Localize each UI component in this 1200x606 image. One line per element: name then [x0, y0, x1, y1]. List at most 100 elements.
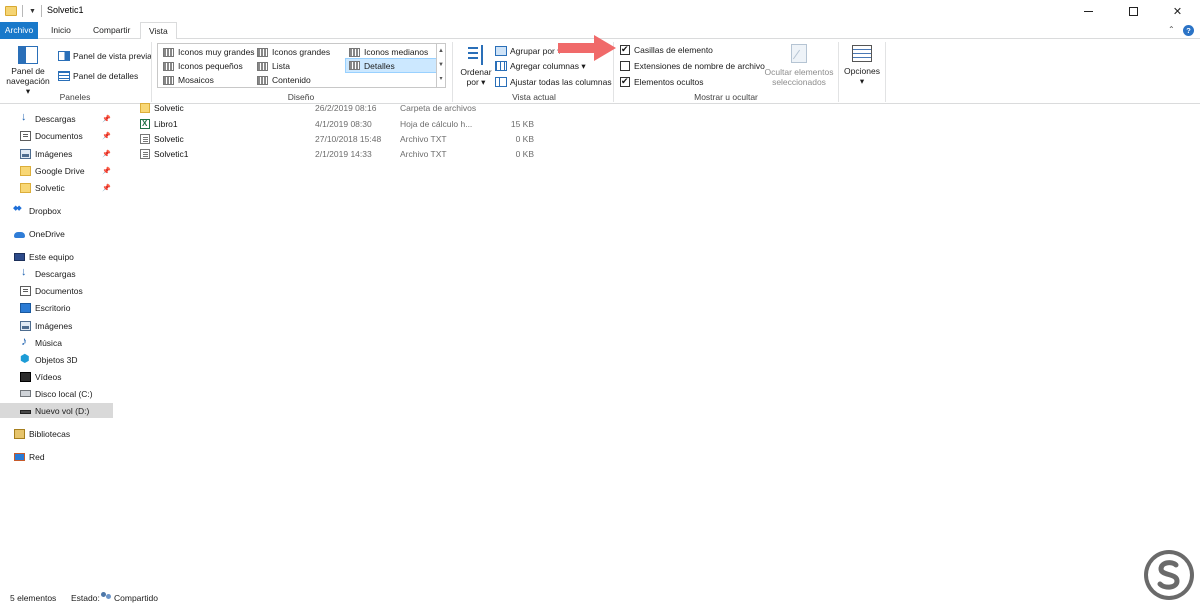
layout-content[interactable]: Contenido	[254, 73, 346, 87]
checkbox-unchecked[interactable]	[620, 61, 630, 71]
details-pane-button[interactable]: Panel de detalles	[58, 69, 138, 83]
chevron-down-icon[interactable]: ▼	[437, 58, 445, 72]
nav-item-music[interactable]: Música	[20, 334, 133, 350]
tab-share[interactable]: Compartir	[85, 22, 138, 39]
hidden-items-toggle[interactable]: Elementos ocultos	[620, 75, 703, 89]
layout-large-icons[interactable]: Iconos grandes	[254, 45, 346, 59]
file-size: 0 KB	[515, 134, 534, 144]
group-by-button[interactable]: Agrupar por ▾	[495, 44, 562, 58]
file-date: 26/2/2019 08:16	[315, 103, 377, 113]
nav-item-desktop[interactable]: Escritorio	[20, 300, 133, 315]
pin-icon[interactable]: 📌	[102, 150, 111, 158]
nav-item-onedrive[interactable]: OneDrive	[14, 226, 127, 241]
nav-item-local-disk-c[interactable]: Disco local (C:)	[20, 386, 133, 401]
text-file-icon	[140, 134, 150, 144]
text-file-icon	[140, 149, 150, 159]
nav-item-google-drive[interactable]: Google Drive 📌	[20, 163, 133, 178]
file-row[interactable]: Libro1 4/1/2019 08:30 Hoja de cálculo h.…	[138, 117, 658, 132]
hide-selected-items-button[interactable]: Ocultar elementos seleccionados	[764, 44, 834, 87]
hide-selected-icon	[791, 44, 807, 63]
nav-item-label: Escritorio	[35, 302, 71, 313]
videos-icon	[20, 371, 31, 382]
tab-file[interactable]: Archivo	[0, 22, 38, 39]
drive-icon	[20, 410, 31, 414]
customize-quick-access-icon[interactable]: ▼	[29, 4, 37, 18]
pin-icon[interactable]: 📌	[102, 132, 111, 140]
fit-columns-button[interactable]: Ajustar todas las columnas	[495, 75, 612, 89]
nav-item-3d-objects[interactable]: Objetos 3D	[20, 352, 133, 367]
file-type: Carpeta de archivos	[400, 103, 477, 113]
layout-small-icons[interactable]: Iconos pequeños	[160, 59, 254, 73]
nav-item-pc-downloads[interactable]: Descargas	[20, 266, 133, 281]
nav-item-pc-documents[interactable]: Documentos	[20, 283, 133, 298]
chevron-up-icon[interactable]: ⌃	[1168, 25, 1175, 34]
tab-home[interactable]: Inicio	[43, 22, 79, 39]
options-button[interactable]: Opciones ▾	[842, 45, 882, 86]
nav-item-pc-images[interactable]: Imágenes	[20, 318, 133, 333]
nav-item-documents[interactable]: Documentos 📌	[20, 128, 133, 143]
status-label: Estado:	[71, 593, 100, 603]
list-icon	[257, 61, 268, 71]
nav-item-images[interactable]: Imágenes 📌	[20, 146, 133, 161]
nav-item-new-vol-d[interactable]: Nuevo vol (D:)	[0, 403, 113, 418]
gallery-more-icon[interactable]: ▾	[437, 72, 445, 86]
images-icon	[20, 148, 31, 159]
pin-icon[interactable]: 📌	[102, 167, 111, 175]
layout-details[interactable]: Detalles	[345, 58, 437, 73]
chevron-up-icon[interactable]: ▲	[437, 44, 445, 58]
folder-icon	[20, 165, 31, 176]
group-options: Opciones ▾	[840, 39, 885, 104]
file-row[interactable]: Solvetic 27/10/2018 15:48 Archivo TXT 0 …	[138, 132, 658, 147]
options-label: ▾	[859, 76, 865, 86]
layout-list[interactable]: Lista	[254, 59, 346, 73]
file-row[interactable]: Solvetic 26/2/2019 08:16 Carpeta de arch…	[138, 101, 658, 116]
checkbox-checked[interactable]	[620, 44, 630, 55]
layout-gallery: Iconos muy grandes Iconos grandes Iconos…	[157, 43, 446, 88]
nav-item-solvetic[interactable]: Solvetic 📌	[20, 180, 133, 195]
nav-item-label: Descargas	[35, 113, 76, 124]
nav-item-label: Música	[35, 337, 62, 348]
nav-item-videos[interactable]: Vídeos	[20, 369, 133, 384]
sort-by-label: Ordenar	[460, 67, 492, 77]
layout-label: Iconos grandes	[272, 47, 331, 57]
nav-item-downloads[interactable]: Descargas 📌	[20, 111, 133, 126]
file-row[interactable]: Solvetic1 2/1/2019 14:33 Archivo TXT 0 K…	[138, 147, 658, 162]
layout-label: Detalles	[364, 60, 395, 71]
help-icon[interactable]: ?	[1183, 25, 1194, 36]
pin-icon[interactable]: 📌	[102, 115, 111, 123]
navigation-pane-icon	[18, 46, 38, 64]
checkbox-checked[interactable]	[620, 76, 630, 87]
minimize-button[interactable]	[1066, 0, 1111, 22]
watermark-logo	[1144, 550, 1194, 600]
tab-view[interactable]: Vista	[140, 22, 177, 40]
file-extensions-toggle[interactable]: Extensiones de nombre de archivo	[620, 59, 765, 73]
navigation-pane-button[interactable]: Panel de navegación ▾	[5, 43, 51, 96]
add-columns-icon	[495, 61, 507, 71]
nav-item-network[interactable]: Red	[14, 449, 127, 464]
nav-item-libraries[interactable]: Bibliotecas	[14, 426, 127, 441]
preview-pane-button[interactable]: Panel de vista previa	[58, 49, 152, 63]
close-button[interactable]: ✕	[1155, 0, 1200, 22]
nav-item-label: OneDrive	[29, 228, 65, 239]
nav-item-dropbox[interactable]: Dropbox	[13, 203, 127, 218]
pin-icon[interactable]: 📌	[102, 184, 111, 192]
group-panes: Panel de navegación ▾ Panel de vista pre…	[0, 39, 152, 104]
sort-by-button[interactable]: Ordenar por ▾	[459, 43, 493, 93]
status-bar: 5 elementos Estado: Compartido	[0, 588, 1200, 606]
nav-item-this-pc[interactable]: Este equipo	[14, 249, 127, 264]
layout-extra-large-icons[interactable]: Iconos muy grandes	[160, 45, 255, 59]
objects-3d-icon	[20, 352, 31, 365]
layout-label: Mosaicos	[178, 75, 214, 85]
gallery-scrollbar[interactable]: ▲ ▼ ▾	[436, 44, 445, 87]
minimize-icon	[1084, 10, 1093, 12]
folder-icon[interactable]	[5, 4, 17, 18]
nav-item-label: Disco local (C:)	[35, 388, 93, 399]
layout-tiles[interactable]: Mosaicos	[160, 73, 254, 87]
content-icon	[257, 75, 268, 85]
nav-item-label: Documentos	[35, 130, 83, 141]
layout-medium-icons[interactable]: Iconos medianos	[346, 45, 438, 59]
maximize-button[interactable]	[1111, 0, 1156, 22]
close-icon: ✕	[1172, 5, 1183, 18]
images-icon	[20, 320, 31, 331]
item-checkboxes-toggle[interactable]: Casillas de elemento	[620, 43, 713, 57]
